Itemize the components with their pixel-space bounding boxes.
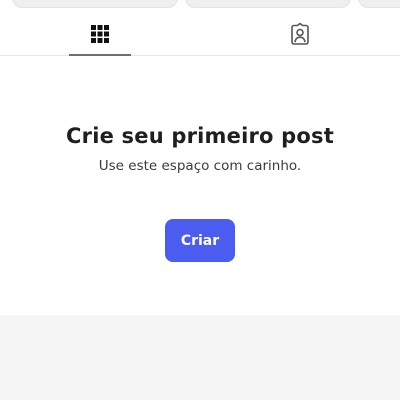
tab-tagged[interactable] bbox=[269, 12, 331, 55]
create-post-button[interactable]: Criar bbox=[165, 219, 235, 262]
top-chip-row bbox=[0, 0, 400, 10]
empty-state: Crie seu primeiro post Use este espaço c… bbox=[0, 56, 400, 315]
chip-2[interactable] bbox=[185, 0, 351, 8]
tab-grid[interactable] bbox=[69, 12, 131, 55]
tagged-person-icon bbox=[291, 22, 309, 45]
chip-1[interactable] bbox=[12, 0, 178, 8]
chip-3[interactable] bbox=[358, 0, 400, 8]
empty-state-subtitle: Use este espaço com carinho. bbox=[98, 158, 302, 174]
bottom-area bbox=[0, 315, 400, 400]
empty-state-title: Crie seu primeiro post bbox=[66, 124, 334, 148]
profile-tab-bar bbox=[0, 12, 400, 56]
grid-icon bbox=[91, 24, 109, 43]
